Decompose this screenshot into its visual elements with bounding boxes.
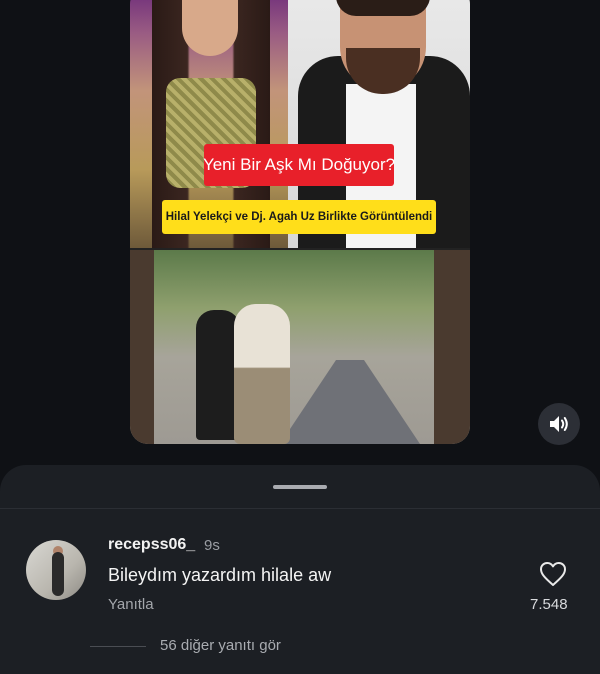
sound-toggle-button[interactable] bbox=[538, 403, 580, 445]
avatar[interactable] bbox=[26, 540, 86, 600]
video-player[interactable]: Yeni Bir Aşk Mı Doğuyor? Hilal Yelekçi v… bbox=[130, 0, 470, 444]
heart-outline-icon[interactable] bbox=[539, 561, 567, 587]
comment-username[interactable]: recepss06_ bbox=[108, 536, 195, 554]
divider bbox=[0, 508, 600, 509]
reply-button[interactable]: Yanıtla bbox=[108, 596, 154, 613]
video-street-scene bbox=[130, 250, 470, 444]
like-count: 7.548 bbox=[530, 596, 568, 613]
sheet-grabber[interactable] bbox=[273, 485, 327, 489]
video-subheadline: Hilal Yelekçi ve Dj. Agah Uz Birlikte Gö… bbox=[162, 200, 436, 234]
video-headline: Yeni Bir Aşk Mı Doğuyor? bbox=[203, 144, 395, 186]
comment-time: 9s bbox=[204, 537, 220, 554]
replies-line bbox=[90, 646, 146, 647]
speaker-on-icon bbox=[550, 416, 568, 432]
view-more-replies-button[interactable]: 56 diğer yanıtı gör bbox=[160, 637, 281, 654]
comment-text: Bileydım yazardım hilale aw bbox=[108, 565, 332, 585]
comments-sheet: recepss06_ 9s Bileydım yazardım hilale a… bbox=[0, 465, 600, 674]
